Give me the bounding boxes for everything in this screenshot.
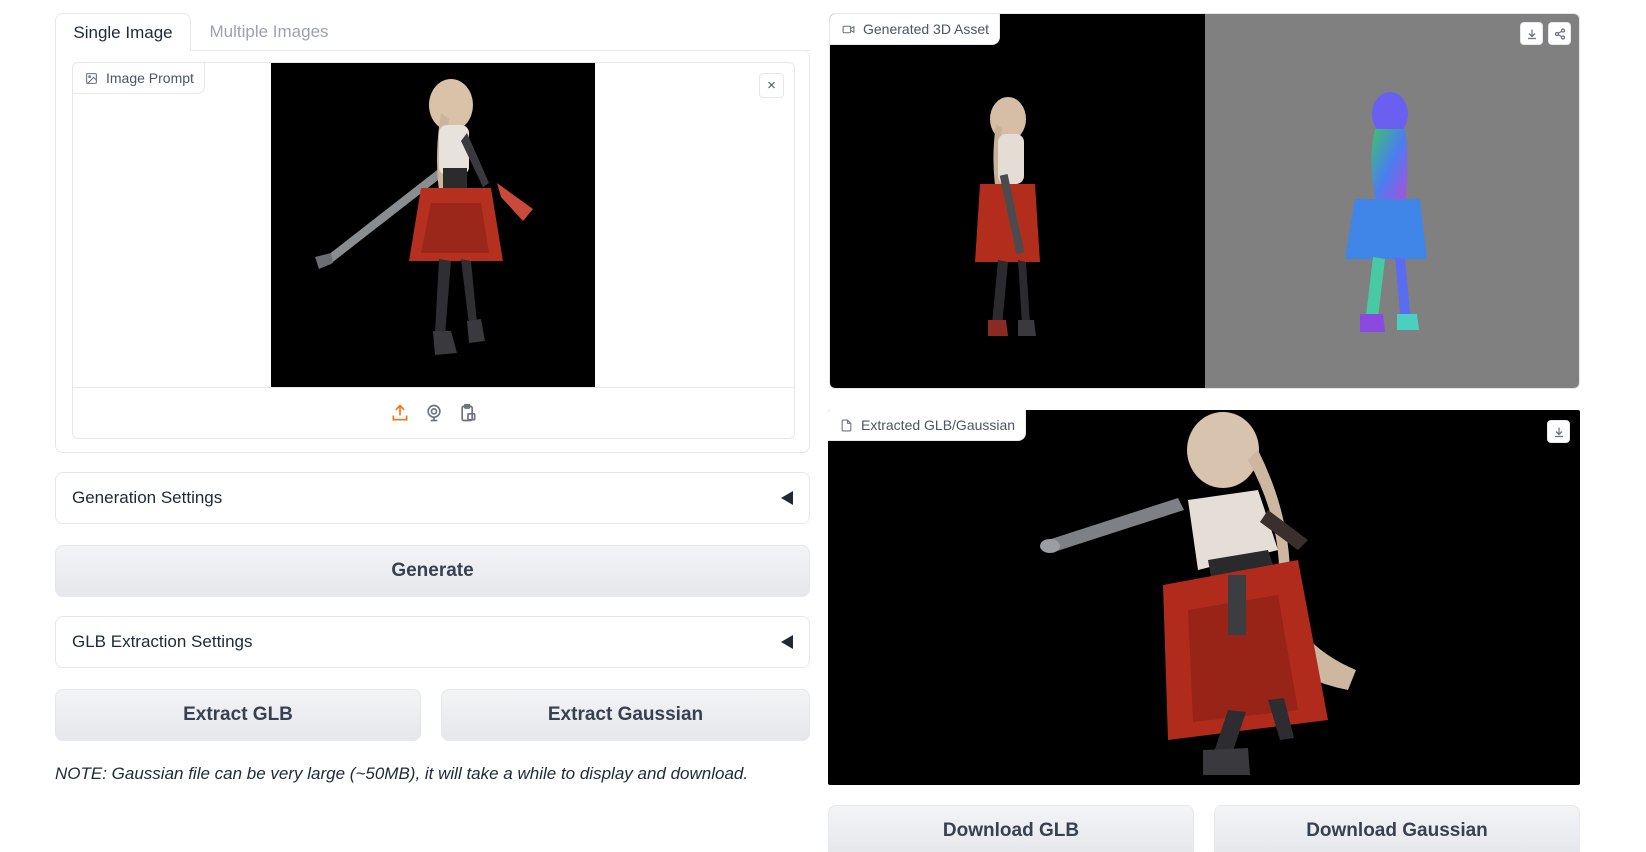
download-video-button[interactable] (1520, 22, 1543, 45)
character-render-image (975, 97, 1040, 336)
collapse-arrow-icon (781, 491, 793, 505)
video-color-render (830, 14, 1205, 388)
image-prompt-block: Image Prompt × (72, 62, 795, 439)
glb-extraction-settings-accordion[interactable]: GLB Extraction Settings (55, 616, 810, 668)
tab-panel-single-image: Image Prompt × (55, 50, 810, 453)
image-prompt-label-text: Image Prompt (106, 70, 194, 86)
clipboard-icon[interactable] (457, 402, 479, 424)
upload-icon[interactable] (389, 402, 411, 424)
generate-button[interactable]: Generate (55, 545, 810, 597)
clear-image-button[interactable]: × (759, 73, 784, 98)
download-glb-button[interactable]: Download GLB (828, 805, 1194, 852)
share-icon (1554, 27, 1565, 40)
video-camera-icon (842, 25, 855, 33)
image-source-bar (73, 387, 794, 438)
extract-glb-button[interactable]: Extract GLB (55, 689, 421, 741)
extracted-glb-gaussian-label-text: Extracted GLB/Gaussian (861, 417, 1016, 433)
extracted-glb-gaussian-label: Extracted GLB/Gaussian (828, 410, 1027, 441)
normal-map-render-image (1345, 92, 1427, 332)
glb-extraction-settings-label: GLB Extraction Settings (72, 632, 253, 651)
file-icon (841, 419, 852, 431)
generated-3d-asset-label-text: Generated 3D Asset (863, 21, 990, 37)
tab-multiple-images[interactable]: Multiple Images (193, 13, 345, 50)
extract-gaussian-button[interactable]: Extract Gaussian (441, 689, 810, 741)
generated-3d-asset-video[interactable]: Generated 3D Asset (829, 13, 1580, 389)
video-normal-render (1205, 14, 1579, 388)
image-prompt-label: Image Prompt (73, 63, 205, 94)
gaussian-size-note: NOTE: Gaussian file can be very large (~… (55, 764, 749, 783)
image-icon (86, 72, 97, 84)
download-model-button[interactable] (1547, 420, 1570, 443)
share-video-button[interactable] (1548, 22, 1571, 45)
webcam-icon[interactable] (423, 402, 445, 424)
character-figure-image (315, 79, 533, 355)
download-icon (1527, 29, 1536, 39)
generated-3d-asset-label: Generated 3D Asset (830, 14, 1001, 45)
collapse-arrow-icon (781, 635, 793, 649)
input-tabs: Single Image Multiple Images Image Promp… (55, 13, 810, 453)
generation-settings-accordion[interactable]: Generation Settings (55, 472, 810, 524)
download-icon (1554, 427, 1563, 437)
character-3d-model-image (1040, 412, 1356, 775)
image-prompt-preview (271, 63, 595, 387)
generation-settings-label: Generation Settings (72, 488, 223, 507)
tab-single-image[interactable]: Single Image (55, 13, 191, 51)
download-gaussian-button[interactable]: Download Gaussian (1214, 805, 1580, 852)
extracted-glb-gaussian-viewer[interactable]: Extracted GLB/Gaussian (828, 410, 1580, 785)
